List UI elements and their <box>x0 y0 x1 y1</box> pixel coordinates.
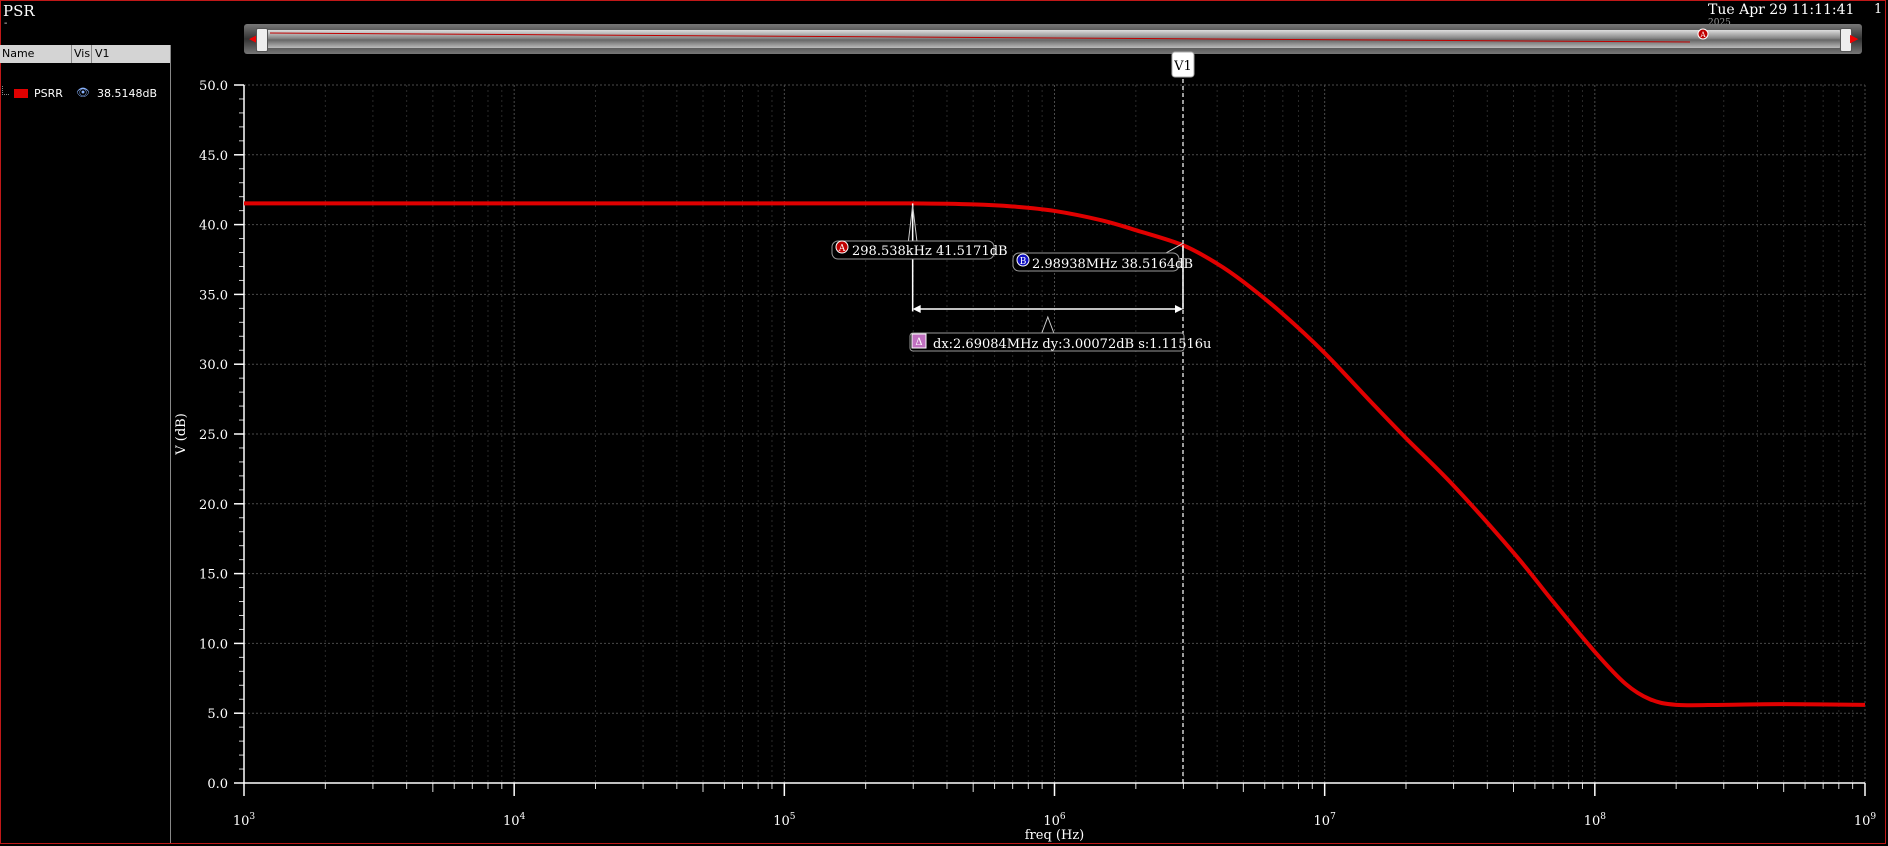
x-tick-label: 106 <box>1043 812 1066 829</box>
y-tick-label: 25.0 <box>199 428 228 443</box>
y-tick-label: 45.0 <box>199 149 228 164</box>
scrollbar-trace-preview <box>269 32 1691 43</box>
delta-right-arrow-icon <box>1174 305 1183 313</box>
x-tick-label: 108 <box>1584 812 1607 829</box>
y-tick-label: 5.0 <box>207 707 228 722</box>
x-tick-label: 104 <box>503 812 526 829</box>
y-tick-label: 30.0 <box>199 358 228 373</box>
x-tick-label: 109 <box>1854 812 1877 829</box>
delta-label: dx:2.69084MHz dy:3.00072dB s:1.11516u <box>933 337 1211 352</box>
y-tick-label: 50.0 <box>199 79 228 94</box>
y-tick-label: 40.0 <box>199 219 228 234</box>
x-tick-label: 103 <box>233 812 256 829</box>
x-tick-label: 105 <box>773 812 796 829</box>
delta-badge-text: Δ <box>915 337 922 348</box>
marker-a-badge-text: A <box>838 244 846 254</box>
marker-a-label: 298.538kHz 41.5171dB <box>852 244 1008 259</box>
y-tick-label: 0.0 <box>207 777 228 792</box>
cursor-v1-label: V1 <box>1173 59 1192 74</box>
psrr-chart[interactable]: 103 104 105 106 107 108 109 0.0 5.0 10.0 15.0 20.0 2… <box>0 0 1888 846</box>
delta-left-arrow-icon <box>912 305 921 313</box>
x-axis-label: freq (Hz) <box>1025 828 1085 843</box>
marker-b-label: 2.98938MHz 38.5164dB <box>1032 257 1193 272</box>
y-tick-label: 35.0 <box>199 288 228 303</box>
y-axis-label: V (dB) <box>174 413 189 456</box>
y-tick-label: 10.0 <box>199 637 228 652</box>
scrollbar-marker-a-text: A <box>1699 31 1706 39</box>
delta-pointer <box>1041 315 1055 334</box>
y-tick-label: 20.0 <box>199 498 228 513</box>
x-tick-label: 107 <box>1314 812 1337 829</box>
marker-b-badge-text: B <box>1020 257 1027 267</box>
y-tick-label: 15.0 <box>199 568 228 583</box>
